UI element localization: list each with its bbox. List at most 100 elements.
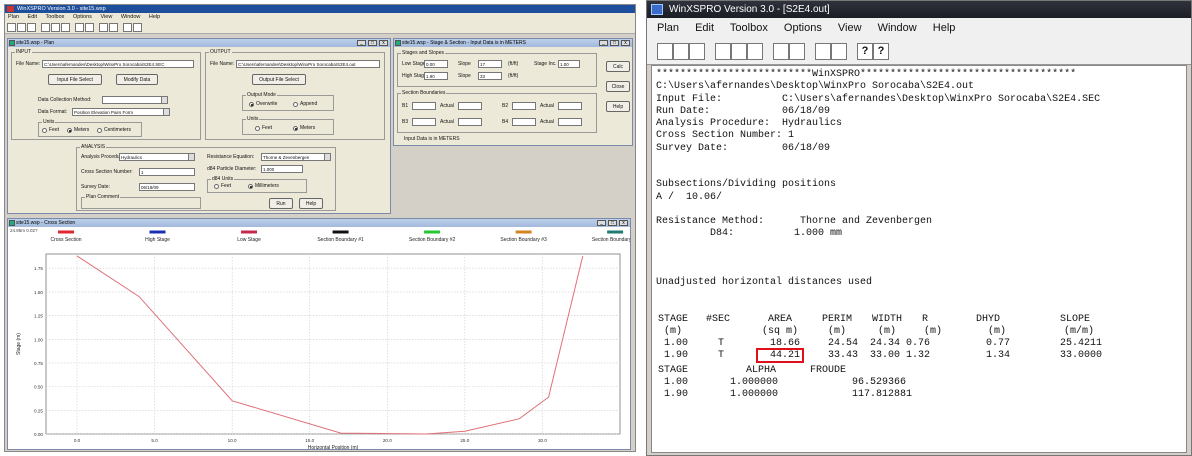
menu-view[interactable]: View <box>100 14 112 20</box>
open-folder-icon[interactable] <box>17 23 26 32</box>
b2-field[interactable] <box>512 102 536 110</box>
analysis-procedure-select[interactable]: Hydraulics <box>119 153 195 161</box>
input-file-field[interactable]: C:\Users\afernandes\Desktop\WinxPro Soro… <box>42 60 194 68</box>
b2-actual-field[interactable] <box>558 102 582 110</box>
menu-options[interactable]: Options <box>73 14 92 20</box>
close-icon[interactable]: x <box>619 220 628 226</box>
menu-window[interactable]: Window <box>878 22 917 34</box>
menu-edit[interactable]: Edit <box>28 14 37 20</box>
run-date-line: Run Date: 06/18/09 <box>656 105 831 117</box>
menu-toolbox[interactable]: Toolbox <box>730 22 768 34</box>
menu-help[interactable]: Help <box>933 22 956 34</box>
menu-plan[interactable]: Plan <box>657 22 679 34</box>
output-text-view[interactable]: **************************WinXSPRO******… <box>651 65 1187 453</box>
plot-icon[interactable] <box>831 43 847 60</box>
stage-help-button[interactable]: Help <box>606 101 630 112</box>
plot-icon[interactable] <box>109 23 118 32</box>
units-meters-radio[interactable] <box>67 128 72 133</box>
paste-icon[interactable] <box>747 43 763 60</box>
d84-diameter-label: d84 Particle Diameter: <box>207 166 257 172</box>
menu-window[interactable]: Window <box>121 14 141 20</box>
output-file-select-button[interactable]: Output File Select <box>252 74 306 85</box>
chart-icon[interactable] <box>99 23 108 32</box>
menu-options[interactable]: Options <box>784 22 822 34</box>
stage-inc-field[interactable]: 1.00 <box>558 60 580 68</box>
output-file-field[interactable]: C:\Users\afernandes\Desktop\WinxPro Soro… <box>236 60 380 68</box>
new-file-icon[interactable] <box>7 23 16 32</box>
menu-view[interactable]: View <box>838 22 862 34</box>
plan-comment-label: Plan Comment <box>85 194 121 200</box>
minimize-icon[interactable]: _ <box>597 220 606 226</box>
overwrite-radio[interactable] <box>249 102 254 107</box>
paste-icon[interactable] <box>61 23 70 32</box>
modify-data-button[interactable]: Modify Data <box>116 74 158 85</box>
x-tick-label: 15.0 <box>305 438 314 443</box>
high-stage-field[interactable]: 1.90 <box>424 72 448 80</box>
help-icon[interactable] <box>123 23 132 32</box>
calc-button[interactable]: Calc <box>606 61 630 72</box>
slope-high-field[interactable]: 33 <box>478 72 502 80</box>
d84-diameter-field[interactable]: 1.000 <box>261 165 303 173</box>
b3-field[interactable] <box>412 118 436 126</box>
menu-toolbox[interactable]: Toolbox <box>45 14 64 20</box>
help-icon[interactable]: ? <box>857 43 873 60</box>
plan-help-button[interactable]: Help <box>299 198 323 209</box>
stage-close-button[interactable]: Close <box>606 81 630 92</box>
context-help-icon[interactable] <box>133 23 142 32</box>
out-feet-radio[interactable] <box>255 126 260 131</box>
b1-field[interactable] <box>412 102 436 110</box>
close-icon[interactable]: x <box>621 40 630 46</box>
menu-edit[interactable]: Edit <box>695 22 714 34</box>
units-centimeters-radio[interactable] <box>97 128 102 133</box>
save-icon[interactable] <box>689 43 705 60</box>
minimize-icon[interactable]: _ <box>599 40 608 46</box>
print-icon[interactable] <box>773 43 789 60</box>
data-format-select[interactable]: Position Elevation Pairs Form <box>72 108 170 116</box>
maximize-icon[interactable]: □ <box>610 40 619 46</box>
menu-plan[interactable]: Plan <box>8 14 19 20</box>
maximize-icon[interactable]: □ <box>368 40 377 46</box>
b4-field[interactable] <box>512 118 536 126</box>
cross-section-number-field[interactable]: 1 <box>139 168 195 176</box>
plan-comment-group[interactable]: Plan Comment <box>81 194 201 209</box>
run-button[interactable]: Run <box>269 198 293 209</box>
new-file-icon[interactable] <box>657 43 673 60</box>
run-icon[interactable] <box>85 23 94 32</box>
copy-icon[interactable] <box>51 23 60 32</box>
overwrite-label: Overwrite <box>256 101 278 107</box>
input-file-line: Input File: C:\Users\afernandes\Desktop\… <box>656 93 1101 105</box>
run-icon[interactable] <box>789 43 805 60</box>
slope-low-field[interactable]: 17 <box>478 60 502 68</box>
survey-date-field[interactable]: 06/18/09 <box>139 183 195 191</box>
input-file-select-button[interactable]: Input File Select <box>48 74 102 85</box>
cut-icon[interactable] <box>41 23 50 32</box>
print-icon[interactable] <box>75 23 84 32</box>
d84-millimeters-radio[interactable] <box>248 184 253 189</box>
copy-icon[interactable] <box>731 43 747 60</box>
low-stage-field[interactable]: 0.00 <box>424 60 448 68</box>
minimize-icon[interactable]: _ <box>357 40 366 46</box>
data-collection-select[interactable] <box>102 96 168 104</box>
resistance-equation-select[interactable]: Thorne & Zevenbergen <box>261 153 331 161</box>
y-tick-label: 0.00 <box>34 432 43 437</box>
maximize-icon[interactable]: □ <box>608 220 617 226</box>
chart-icon[interactable] <box>815 43 831 60</box>
t2-r1-alpha: 1.000000 <box>730 377 779 388</box>
open-folder-icon[interactable] <box>673 43 689 60</box>
units-feet-radio[interactable] <box>42 128 47 133</box>
save-icon[interactable] <box>27 23 36 32</box>
cut-icon[interactable] <box>715 43 731 60</box>
b1-actual-field[interactable] <box>458 102 482 110</box>
close-icon[interactable]: x <box>379 40 388 46</box>
b4-actual-field[interactable] <box>558 118 582 126</box>
y-tick-label: 1.25 <box>34 314 43 319</box>
distances-note-line: Unadjusted horizontal distances used <box>656 277 873 289</box>
menu-help[interactable]: Help <box>149 14 160 20</box>
out-meters-radio[interactable] <box>293 126 298 131</box>
d84-feet-radio[interactable] <box>214 184 219 189</box>
append-radio[interactable] <box>293 102 298 107</box>
context-help-icon[interactable]: ? <box>873 43 889 60</box>
b3-actual-field[interactable] <box>458 118 482 126</box>
b3-label: B3 <box>402 119 409 125</box>
tu-r: (m) <box>924 326 943 337</box>
